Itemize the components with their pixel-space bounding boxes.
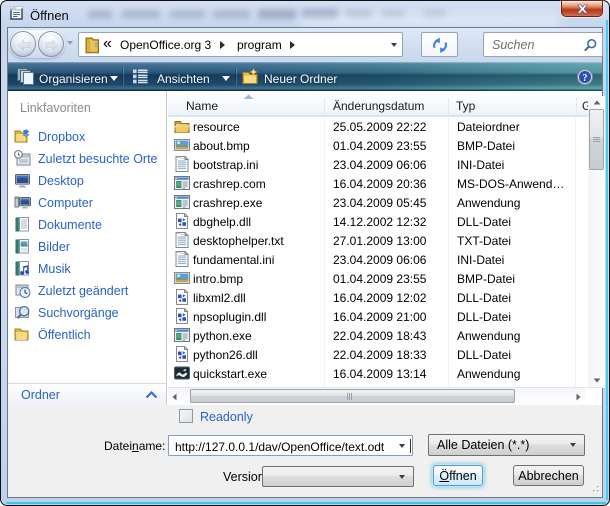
svg-text:?: ? bbox=[583, 73, 588, 84]
